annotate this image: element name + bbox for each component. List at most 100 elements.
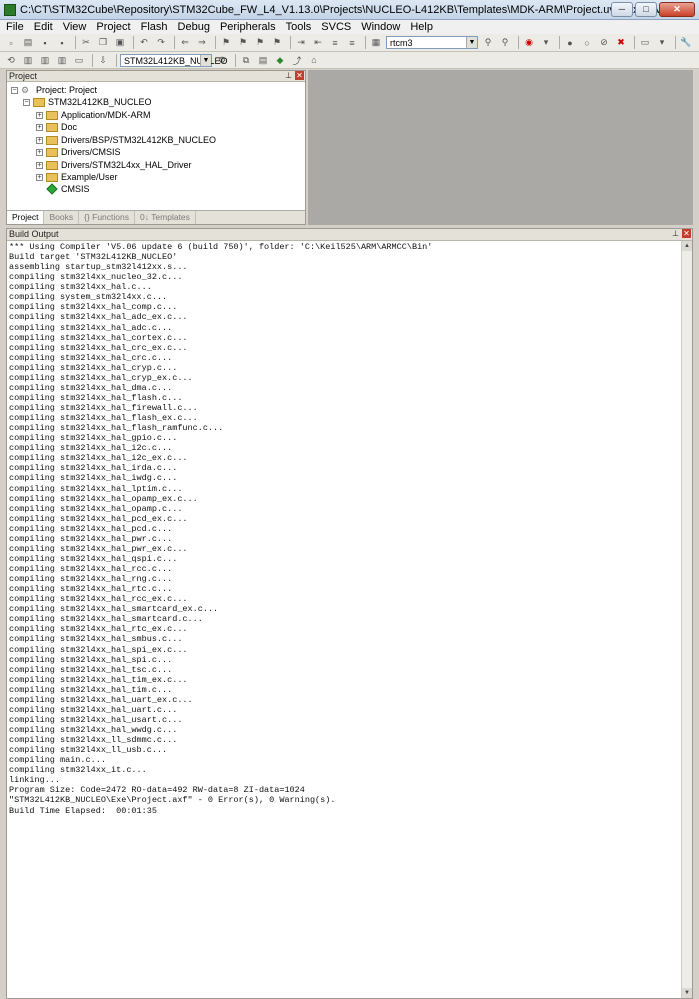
comment-icon[interactable]: ≡	[328, 37, 342, 49]
tree-group[interactable]: + Drivers/CMSIS	[36, 146, 121, 158]
expand-icon[interactable]: +	[36, 173, 43, 181]
file-extensions-icon[interactable]: ⧉	[239, 54, 253, 66]
close-icon[interactable]: ✕	[682, 229, 691, 238]
build-output-line: Build target 'STM32L412KB_NUCLEO'	[9, 252, 178, 263]
pin-icon[interactable]: ⊥	[284, 71, 293, 80]
bookmark-prev-icon[interactable]: ⚑	[236, 37, 250, 49]
menu-debug[interactable]: Debug	[178, 21, 210, 33]
translate-icon[interactable]: ⟲	[4, 54, 18, 66]
tree-cmsis[interactable]: CMSIS	[46, 183, 90, 195]
download-icon[interactable]: ⇩	[96, 54, 110, 66]
menu-edit[interactable]: Edit	[34, 21, 53, 33]
search-combo[interactable]: rtcm3 ▼	[386, 36, 478, 49]
vertical-scrollbar[interactable]: ▲ ▼	[681, 241, 692, 998]
pin-icon[interactable]: ⊥	[671, 229, 680, 238]
build-icon[interactable]: ▥	[21, 54, 35, 66]
window-layout-icon[interactable]: ▭	[638, 37, 652, 49]
build-output-text[interactable]: *** Using Compiler 'V5.06 update 6 (buil…	[9, 242, 432, 816]
tree-group[interactable]: + Drivers/STM32L4xx_HAL_Driver	[36, 159, 192, 171]
pack-installer-icon[interactable]: ◆	[273, 54, 287, 66]
expand-icon[interactable]: +	[36, 148, 43, 156]
expand-icon[interactable]: +	[36, 111, 43, 119]
menu-project[interactable]: Project	[96, 21, 130, 33]
rebuild-icon[interactable]: ▥	[38, 54, 52, 66]
find-in-files-icon[interactable]: ▦	[369, 37, 383, 49]
collapse-icon[interactable]: −	[11, 86, 18, 94]
scroll-up-icon[interactable]: ▲	[682, 241, 692, 251]
close-button[interactable]: ✕	[659, 2, 695, 17]
open-file-icon[interactable]: ▤	[21, 37, 35, 49]
minimize-button[interactable]: ─	[611, 2, 633, 17]
manage-run-time-icon[interactable]: ▤	[256, 54, 270, 66]
scroll-down-icon[interactable]: ▼	[682, 988, 692, 998]
tree-root[interactable]: − ⚙ Project: Project	[11, 84, 97, 96]
tab-books[interactable]: Books	[44, 211, 80, 224]
stm32cubemx-icon[interactable]: ⌂	[307, 54, 321, 66]
breakpoint-enable-icon[interactable]: ○	[580, 37, 594, 49]
find-icon[interactable]: ⚲	[481, 37, 495, 49]
bookmark-clear-icon[interactable]: ⚑	[270, 37, 284, 49]
menu-svcs[interactable]: SVCS	[321, 21, 351, 33]
incremental-find-icon[interactable]: ⚲	[498, 37, 512, 49]
build-output-line: compiling stm32l4xx_hal_tim_ex.c...	[9, 674, 188, 685]
layout-dropdown-icon[interactable]: ▾	[655, 37, 669, 49]
build-output-line: compiling stm32l4xx_hal_rcc.c...	[9, 564, 173, 574]
uncomment-icon[interactable]: ≡	[345, 37, 359, 49]
menu-tools[interactable]: Tools	[286, 21, 312, 33]
configure-icon[interactable]: 🔧	[679, 37, 693, 49]
bookmark-icon[interactable]: ⚑	[219, 37, 233, 49]
tab-functions[interactable]: {} Functions	[79, 211, 135, 224]
menu-flash[interactable]: Flash	[141, 21, 168, 33]
collapse-icon[interactable]: −	[23, 98, 30, 106]
menu-view[interactable]: View	[63, 21, 87, 33]
menu-help[interactable]: Help	[410, 21, 433, 33]
save-icon[interactable]: ▪	[38, 37, 52, 49]
menu-window[interactable]: Window	[361, 21, 400, 33]
chevron-down-icon[interactable]: ▼	[200, 54, 211, 66]
target-select[interactable]: STM32L412KB_NUCLEO ▼	[120, 53, 228, 67]
chevron-down-icon[interactable]: ▼	[466, 37, 477, 48]
bookmark-next-icon[interactable]: ⚑	[253, 37, 267, 49]
undo-icon[interactable]: ↶	[137, 37, 151, 49]
tree-group[interactable]: + Application/MDK-ARM	[36, 109, 151, 121]
tree-target[interactable]: − STM32L412KB_NUCLEO	[23, 96, 152, 108]
tab-templates[interactable]: 0↓ Templates	[135, 211, 196, 224]
copy-icon[interactable]: ❐	[96, 37, 110, 49]
tab-project[interactable]: Project	[7, 211, 45, 224]
build-output-line: linking...	[9, 775, 61, 786]
folder-icon	[46, 135, 58, 145]
nav-back-icon[interactable]: ⇐	[178, 37, 192, 49]
redo-icon[interactable]: ↷	[154, 37, 168, 49]
cut-icon[interactable]: ✂	[79, 37, 93, 49]
indent-icon[interactable]: ⇥	[294, 37, 308, 49]
expand-icon[interactable]: +	[36, 161, 43, 169]
breakpoint-disable-icon[interactable]: ⊘	[597, 37, 611, 49]
tree-group[interactable]: + Drivers/BSP/STM32L412KB_NUCLEO	[36, 134, 216, 146]
save-all-icon[interactable]: ▪	[55, 37, 69, 49]
build-output-line: compiling stm32l4xx_hal_usart.c...	[9, 714, 183, 725]
close-icon[interactable]: ✕	[295, 71, 304, 80]
breakpoint-kill-icon[interactable]: ✖	[614, 37, 628, 49]
expand-icon[interactable]: +	[36, 136, 43, 144]
debug-session-icon[interactable]: ◉	[522, 37, 536, 49]
menu-peripherals[interactable]: Peripherals	[220, 21, 276, 33]
expand-icon[interactable]: +	[36, 123, 43, 131]
tree-group[interactable]: + Example/User	[36, 171, 118, 183]
debug-dropdown-icon[interactable]: ▾	[539, 37, 553, 49]
batch-build-icon[interactable]: ▥	[55, 54, 69, 66]
paste-icon[interactable]: ▣	[113, 37, 127, 49]
folder-icon	[46, 122, 58, 132]
tree-group[interactable]: + Doc	[36, 121, 77, 133]
breakpoint-insert-icon[interactable]: ●	[563, 37, 577, 49]
build-output-line: compiling stm32l4xx_hal_rng.c...	[9, 574, 173, 585]
new-file-icon[interactable]: ▫	[4, 37, 18, 49]
build-output-line: compiling stm32l4xx_hal_smartcard.c...	[9, 614, 203, 625]
nav-forward-icon[interactable]: ⇒	[195, 37, 209, 49]
title-bar: C:\CT\STM32Cube\Repository\STM32Cube_FW_…	[0, 0, 699, 20]
unindent-icon[interactable]: ⇤	[311, 37, 325, 49]
maximize-button[interactable]: □	[635, 2, 657, 17]
select-packs-icon[interactable]: ⤴	[290, 54, 304, 66]
build-output-line: compiling stm32l4xx_hal_comp.c...	[9, 302, 178, 313]
stop-build-icon[interactable]: ▭	[72, 54, 86, 66]
menu-file[interactable]: File	[6, 21, 24, 33]
